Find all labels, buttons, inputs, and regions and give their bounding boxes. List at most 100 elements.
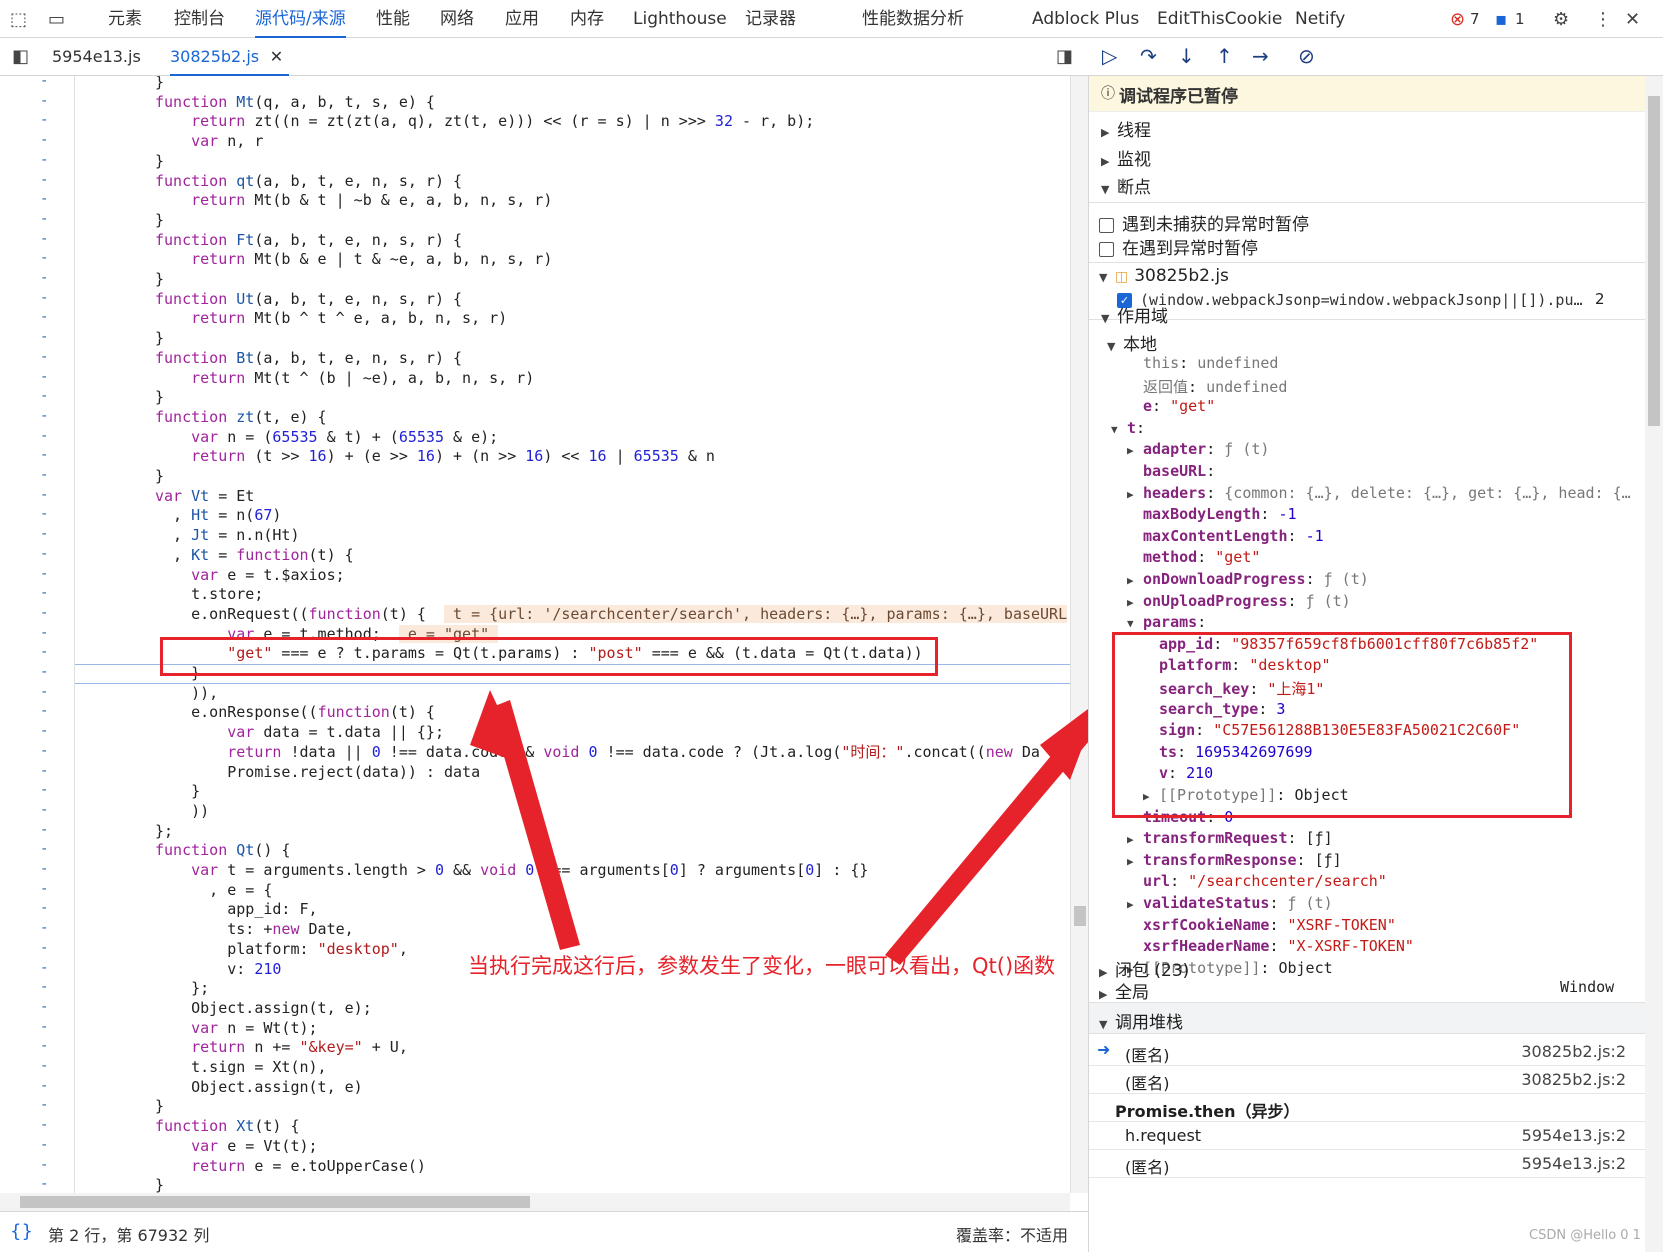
property-value: ƒ (t) — [1305, 591, 1351, 610]
property-value: ƒ (t) — [1287, 894, 1333, 912]
local-scope[interactable]: ▼ 本地 — [1107, 330, 1645, 355]
expand-icon: ▶ — [1127, 444, 1134, 458]
callstack-header: ▼ 调用堆栈 — [1099, 1008, 1183, 1033]
expand-icon: ▶ — [1101, 126, 1110, 139]
frame-name: h.request — [1125, 1126, 1202, 1145]
scope-property[interactable]: ▼ params: — [1127, 613, 1645, 631]
collapse-icon: ▼ — [1099, 1018, 1108, 1031]
callstack-frame[interactable]: (匿名) 30825b2.js:2 — [1089, 1066, 1645, 1094]
expand-icon: ▶ — [1127, 833, 1134, 847]
property-value: -1 — [1278, 505, 1297, 524]
collapse-icon: ▼ — [1101, 183, 1110, 196]
property-key: e — [1143, 397, 1153, 416]
property-value: "/searchcenter/search" — [1188, 872, 1387, 891]
collapse-icon: ▼ — [1101, 312, 1110, 325]
expand-icon: ▶ — [1127, 898, 1134, 911]
info-icon: ⓘ — [1101, 86, 1115, 102]
scope-property[interactable]: ▶ adapter: ƒ (t) — [1127, 440, 1645, 458]
frame-name: (匿名) — [1125, 1046, 1170, 1065]
expand-icon: ▶ — [1099, 988, 1108, 1001]
breakpoints-section[interactable]: ▼ 断点 — [1101, 173, 1645, 198]
property-key: transformResponse — [1143, 850, 1297, 869]
pause-uncaught-checkbox[interactable] — [1099, 217, 1114, 233]
breakpoints-label: 断点 — [1117, 178, 1151, 198]
property-key: xsrfHeaderName — [1143, 937, 1270, 956]
property-value: "X-XSRF-TOKEN" — [1287, 937, 1414, 956]
property-value: {common: {…}, delete: {…}, get: {…}, hea… — [1224, 483, 1631, 502]
property-key: this — [1143, 354, 1180, 372]
scope-property[interactable]: ▼ t: — [1111, 419, 1645, 437]
collapse-icon: ▼ — [1111, 422, 1118, 436]
collapse-icon: ▼ — [1127, 617, 1134, 631]
scope-label: 作用域 — [1117, 307, 1168, 327]
scope-property[interactable]: ▶ transformResponse: [ƒ] — [1127, 851, 1645, 869]
pause-caught-label: 在遇到异常时暂停 — [1122, 239, 1258, 259]
scope-property: maxBodyLength: -1 — [1143, 505, 1297, 524]
current-frame-arrow-icon: ➜ — [1097, 1040, 1111, 1059]
pause-caught-row[interactable]: 在遇到异常时暂停 — [1099, 234, 1645, 259]
scope-property: url: "/searchcenter/search" — [1143, 872, 1387, 891]
pause-caught-checkbox[interactable] — [1099, 241, 1114, 257]
sidebar-scrollbar[interactable] — [1645, 76, 1663, 1252]
collapse-icon: ▼ — [1099, 271, 1108, 284]
scope-section[interactable]: ▼ 作用域 — [1101, 302, 1645, 327]
scope-property: maxContentLength: -1 — [1143, 526, 1324, 545]
scope-property[interactable]: ▶ transformRequest: [ƒ] — [1127, 829, 1645, 847]
watch-section[interactable]: ▶ 监视 — [1101, 145, 1645, 170]
property-value: undefined — [1206, 377, 1288, 396]
property-value: ƒ (t) — [1224, 440, 1270, 459]
paused-label: 调试程序已暂停 — [1119, 87, 1238, 107]
scope-property: e: "get" — [1143, 397, 1216, 416]
property-key: params — [1143, 613, 1198, 632]
expand-icon: ▶ — [1101, 155, 1110, 168]
property-value: "get" — [1215, 548, 1261, 567]
async-separator: Promise.then（异步） — [1089, 1094, 1645, 1122]
property-key: maxContentLength — [1143, 526, 1288, 545]
frame-name: (匿名) — [1125, 1074, 1170, 1093]
scope-property[interactable]: ▶ onDownloadProgress: ƒ (t) — [1127, 570, 1645, 588]
cursor-position: 第 2 行，第 67932 列 — [48, 1226, 210, 1245]
property-value: [ƒ] — [1314, 850, 1342, 869]
callstack-section[interactable]: ▼ 调用堆栈 — [1089, 1002, 1645, 1034]
property-key: validateStatus — [1143, 894, 1270, 912]
property-key: url — [1143, 872, 1171, 891]
local-label: 本地 — [1123, 335, 1157, 355]
scope-property[interactable]: ▶ onUploadProgress: ƒ (t) — [1127, 592, 1645, 610]
property-key: baseURL — [1143, 462, 1207, 480]
annotation-text: 当执行完成这行后，参数发生了变化，一眼可以看出，Qt()函数 — [468, 954, 1056, 978]
property-key: xsrfCookieName — [1143, 915, 1270, 934]
property-key: maxBodyLength — [1143, 505, 1261, 524]
threads-section[interactable]: ▶ 线程 — [1101, 116, 1645, 141]
scope-property: method: "get" — [1143, 548, 1261, 567]
property-value: "XSRF-TOKEN" — [1287, 915, 1396, 934]
property-key: transformRequest — [1143, 829, 1288, 848]
pause-uncaught-label: 遇到未捕获的异常时暂停 — [1122, 215, 1309, 235]
threads-label: 线程 — [1117, 121, 1151, 141]
property-key: headers — [1143, 483, 1207, 502]
property-value: "get" — [1170, 397, 1216, 416]
property-key: method — [1143, 548, 1198, 567]
global-label: 全局 — [1115, 983, 1149, 1003]
property-key: 返回值 — [1143, 377, 1189, 396]
expand-icon: ▶ — [1127, 595, 1134, 609]
scope-property[interactable]: ▶ validateStatus: ƒ (t) — [1127, 894, 1645, 912]
pretty-print-icon[interactable]: {} — [10, 1221, 33, 1242]
scope-property: xsrfHeaderName: "X-XSRF-TOKEN" — [1143, 937, 1414, 956]
expand-icon: ▶ — [1127, 854, 1134, 868]
callstack-frame[interactable]: ➜ (匿名) 30825b2.js:2 — [1089, 1038, 1645, 1066]
callstack-frame[interactable]: h.request 5954e13.js:2 — [1089, 1122, 1645, 1150]
property-key: onUploadProgress — [1143, 591, 1288, 610]
expand-icon: ▶ — [1127, 487, 1134, 501]
frame-location: 30825b2.js:2 — [1521, 1070, 1626, 1089]
js-file-icon: ◫ — [1115, 269, 1129, 285]
global-scope[interactable]: ▶ 全局 Window — [1099, 978, 1645, 1003]
watermark: CSDN @Hello 0 1 — [1529, 1228, 1641, 1243]
bp-file-row[interactable]: ▼ ◫ 30825b2.js — [1099, 266, 1645, 286]
coverage-status: 覆盖率：不适用 — [956, 1226, 1069, 1245]
frame-location: 5954e13.js:2 — [1521, 1126, 1626, 1145]
pause-uncaught-row[interactable]: 遇到未捕获的异常时暂停 — [1099, 210, 1645, 235]
bp-file-name: 30825b2.js — [1134, 266, 1229, 286]
scope-property[interactable]: ▶ headers: {common: {…}, delete: {…}, get… — [1127, 484, 1645, 502]
scope-property: this: undefined — [1143, 354, 1279, 372]
callstack-frame[interactable]: (匿名) 5954e13.js:2 — [1089, 1150, 1645, 1178]
